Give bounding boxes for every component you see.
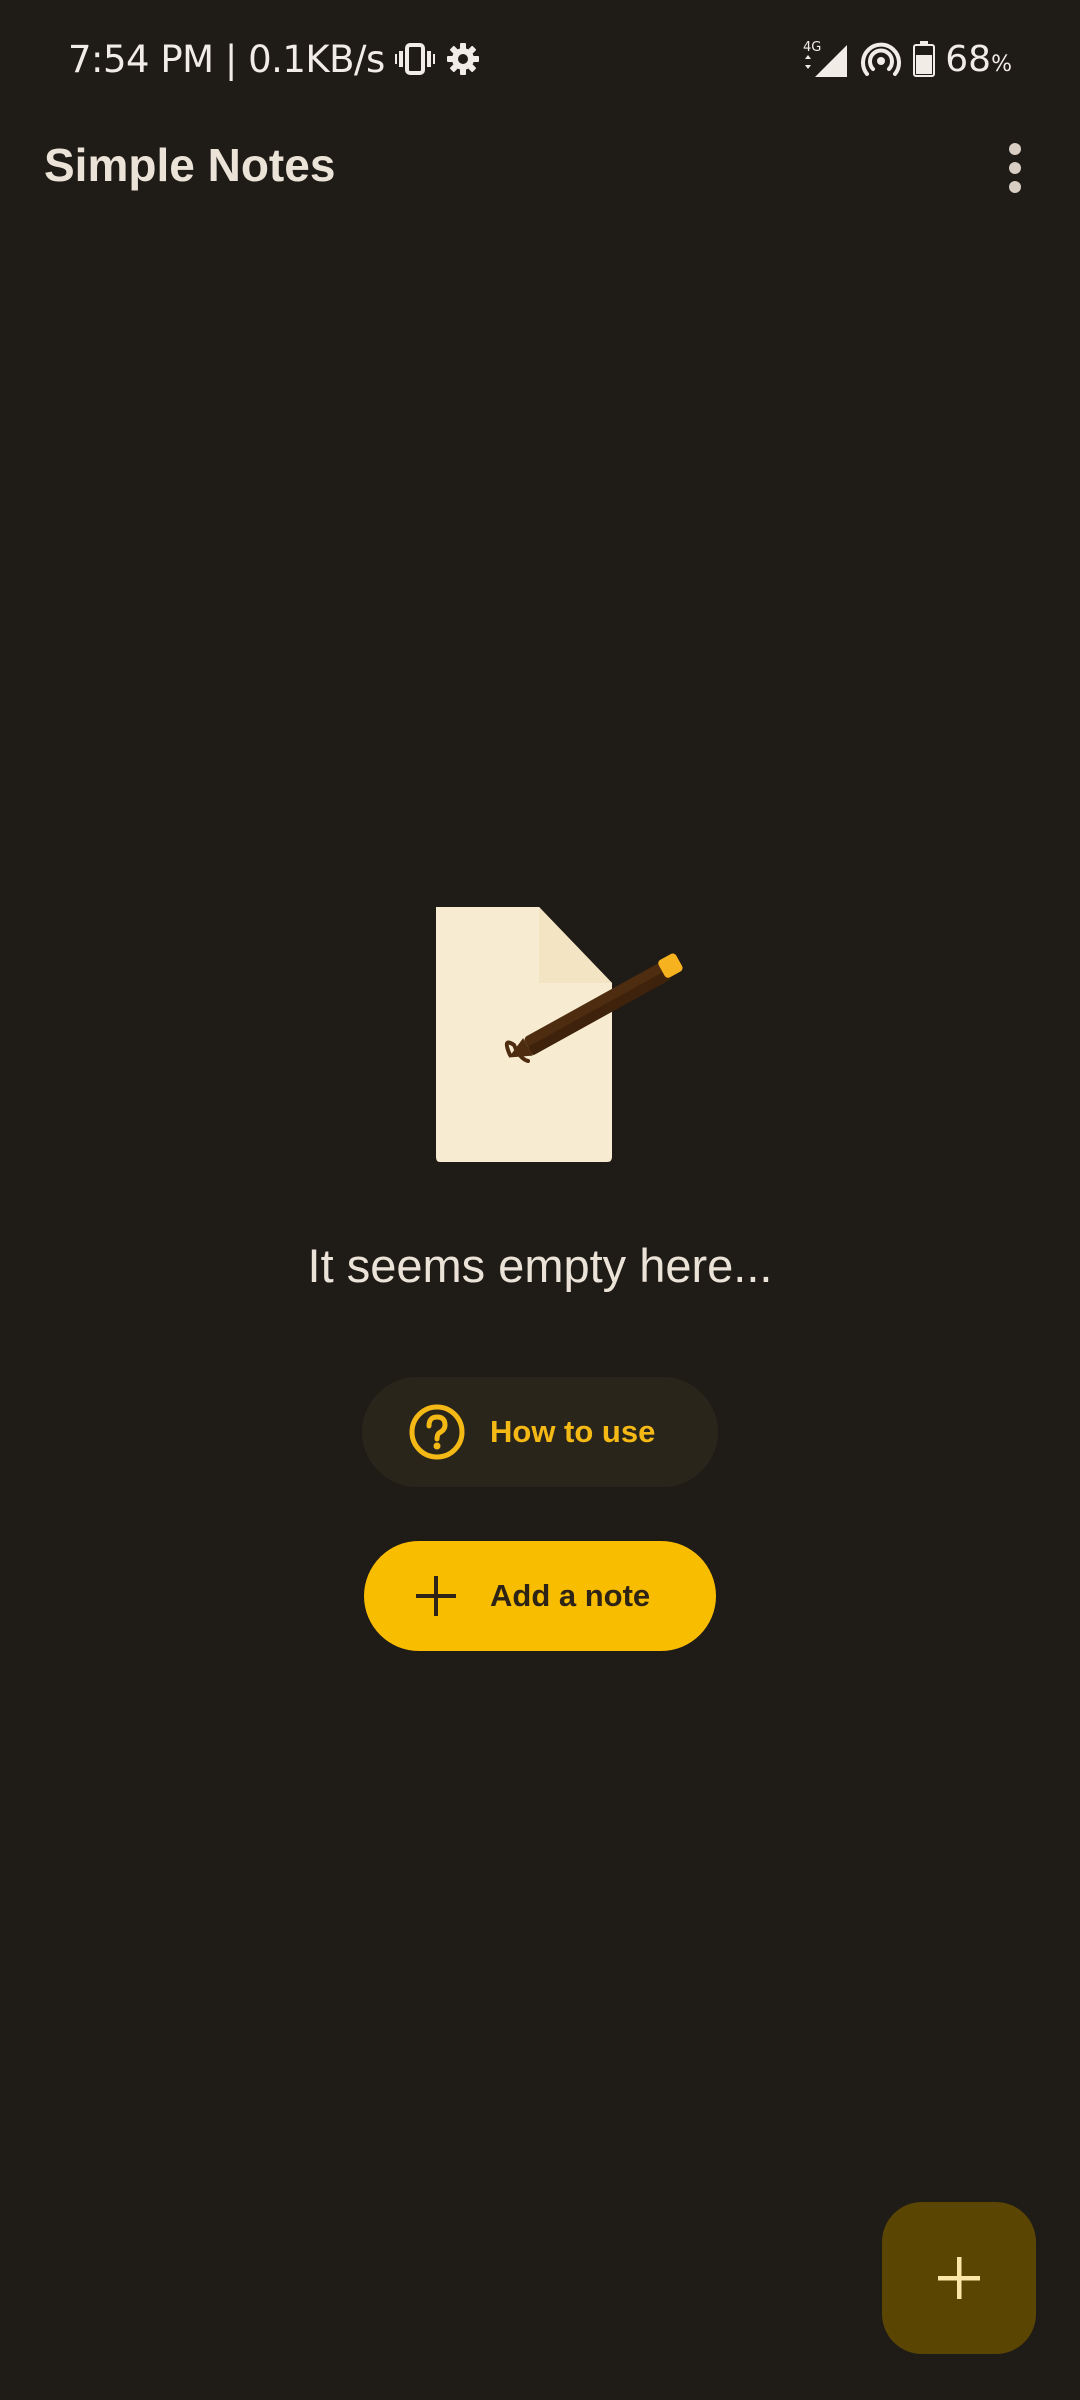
page-title: Simple Notes — [44, 139, 336, 191]
app-bar: Simple Notes — [0, 118, 1080, 218]
add-note-label: Add a note — [490, 1578, 651, 1613]
battery-unit: % — [991, 51, 1012, 77]
network-type-label: 4G — [803, 40, 821, 55]
status-left: 7:54 PM | 0.1KB/s — [68, 34, 481, 84]
how-to-use-label: How to use — [490, 1414, 656, 1449]
help-circle-icon — [409, 1404, 465, 1460]
add-note-fab[interactable] — [882, 2202, 1036, 2354]
hotspot-icon — [861, 42, 902, 76]
signal-icon: 4G — [803, 40, 848, 77]
status-time-speed: 7:54 PM | 0.1KB/s — [68, 37, 385, 81]
battery-icon — [913, 41, 936, 77]
empty-notes-illustration — [436, 907, 683, 1162]
how-to-use-button[interactable]: How to use — [362, 1377, 718, 1487]
battery-percentage: 68% — [945, 39, 1012, 80]
plus-icon — [938, 2257, 980, 2299]
plus-icon — [416, 1576, 456, 1616]
more-options-button[interactable] — [980, 130, 1050, 206]
status-right: 4G 68% — [791, 34, 1012, 84]
status-bar: 7:54 PM | 0.1KB/s 4G 68% — [0, 0, 1080, 118]
gear-icon — [446, 43, 479, 75]
add-note-button[interactable]: Add a note — [364, 1541, 716, 1651]
vibrate-icon — [394, 43, 435, 75]
empty-state-message: It seems empty here... — [307, 1239, 773, 1292]
more-vert-icon — [1009, 143, 1021, 193]
battery-value: 68 — [945, 38, 992, 80]
